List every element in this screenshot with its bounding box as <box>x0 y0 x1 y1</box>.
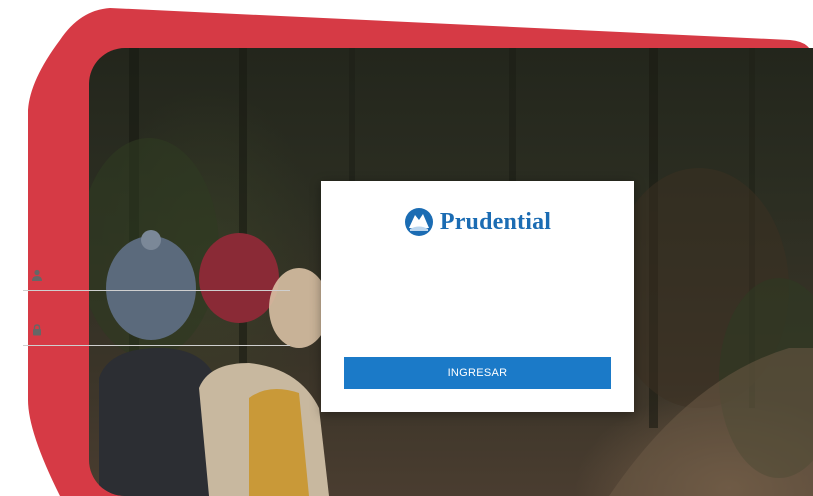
login-submit-button[interactable]: INGRESAR <box>344 357 611 389</box>
lock-icon <box>33 324 41 336</box>
password-field[interactable] <box>23 317 290 346</box>
user-icon <box>32 269 42 281</box>
username-input[interactable] <box>51 264 287 286</box>
username-field[interactable] <box>23 262 290 291</box>
password-input[interactable] <box>51 319 287 341</box>
prudential-rock-icon <box>404 208 433 236</box>
brand-name: Prudential <box>439 208 552 235</box>
page-stage: Prudential INGRESAR <box>0 0 813 496</box>
brand-header: Prudential <box>321 207 634 237</box>
